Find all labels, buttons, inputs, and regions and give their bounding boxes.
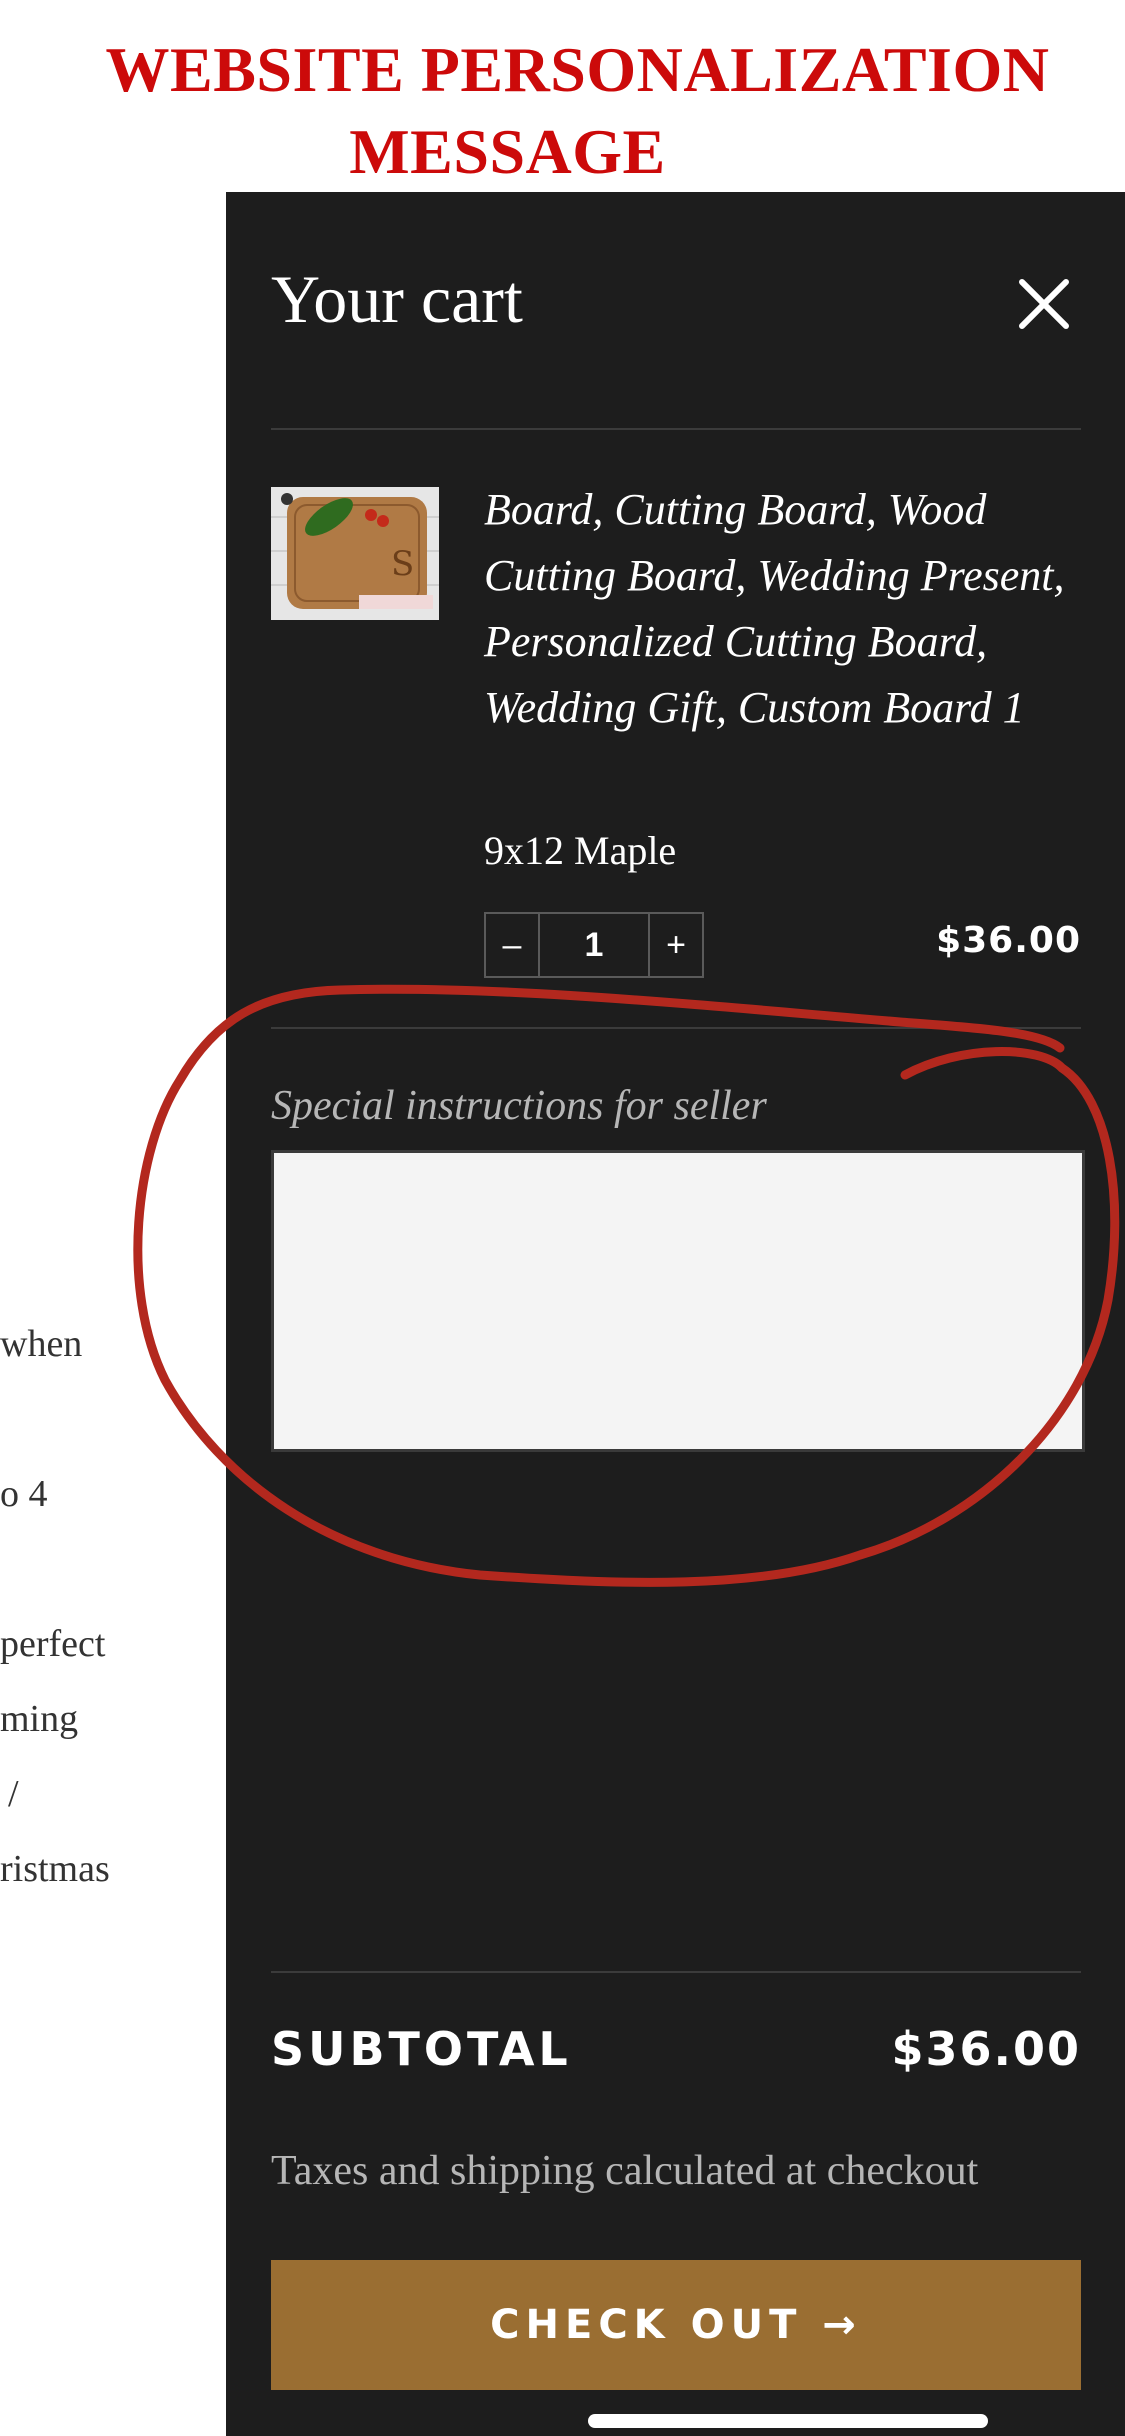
product-thumbnail[interactable]: S — [271, 487, 439, 620]
special-instructions-textarea[interactable] — [271, 1150, 1085, 1452]
background-text-fragment: ristmas — [0, 1848, 110, 1890]
svg-text:S: S — [391, 544, 414, 584]
product-variant: 9x12 Maple — [484, 828, 677, 873]
background-text-fragment: o 4 — [0, 1473, 48, 1515]
banner-title-line-1: WEBSITE PERSONALIZATION — [105, 34, 1050, 105]
background-text-fragment: when — [0, 1323, 83, 1365]
tax-shipping-note: Taxes and shipping calculated at checkou… — [271, 2148, 979, 2194]
divider — [271, 428, 1081, 430]
close-icon[interactable] — [1016, 276, 1072, 332]
background-text-fragment: perfect — [0, 1623, 106, 1665]
quantity-stepper: – 1 + — [484, 912, 704, 978]
checkout-button-label: CHECK OUT → — [490, 2302, 862, 2348]
cart-drawer: Your cart S Board, Cutting Board, Wood C… — [226, 192, 1125, 2436]
checkout-button[interactable]: CHECK OUT → — [271, 2260, 1081, 2390]
item-price: $36.00 — [936, 920, 1081, 961]
divider — [271, 1971, 1081, 1973]
background-text-fragment: ming — [0, 1698, 79, 1740]
background-text-fragment: / — [8, 1773, 19, 1815]
home-indicator — [588, 2414, 988, 2428]
quantity-decrement-button[interactable]: – — [486, 914, 538, 976]
cart-title: Your cart — [271, 261, 523, 337]
banner-title-line-2: MESSAGE — [349, 116, 666, 187]
divider — [271, 1027, 1081, 1029]
quantity-value[interactable]: 1 — [538, 914, 650, 976]
subtotal-value: $36.00 — [891, 2022, 1081, 2076]
special-instructions-label: Special instructions for seller — [271, 1083, 767, 1129]
background-product-page: when o 4 perfect ming / ristmas — [0, 192, 226, 2436]
quantity-increment-button[interactable]: + — [650, 914, 702, 976]
annotation-banner: WEBSITE PERSONALIZATION MESSAGE — [0, 0, 1125, 193]
subtotal-label: SUBTOTAL — [271, 2022, 572, 2076]
product-title-link[interactable]: Board, Cutting Board, Wood Cutting Board… — [484, 477, 1084, 741]
